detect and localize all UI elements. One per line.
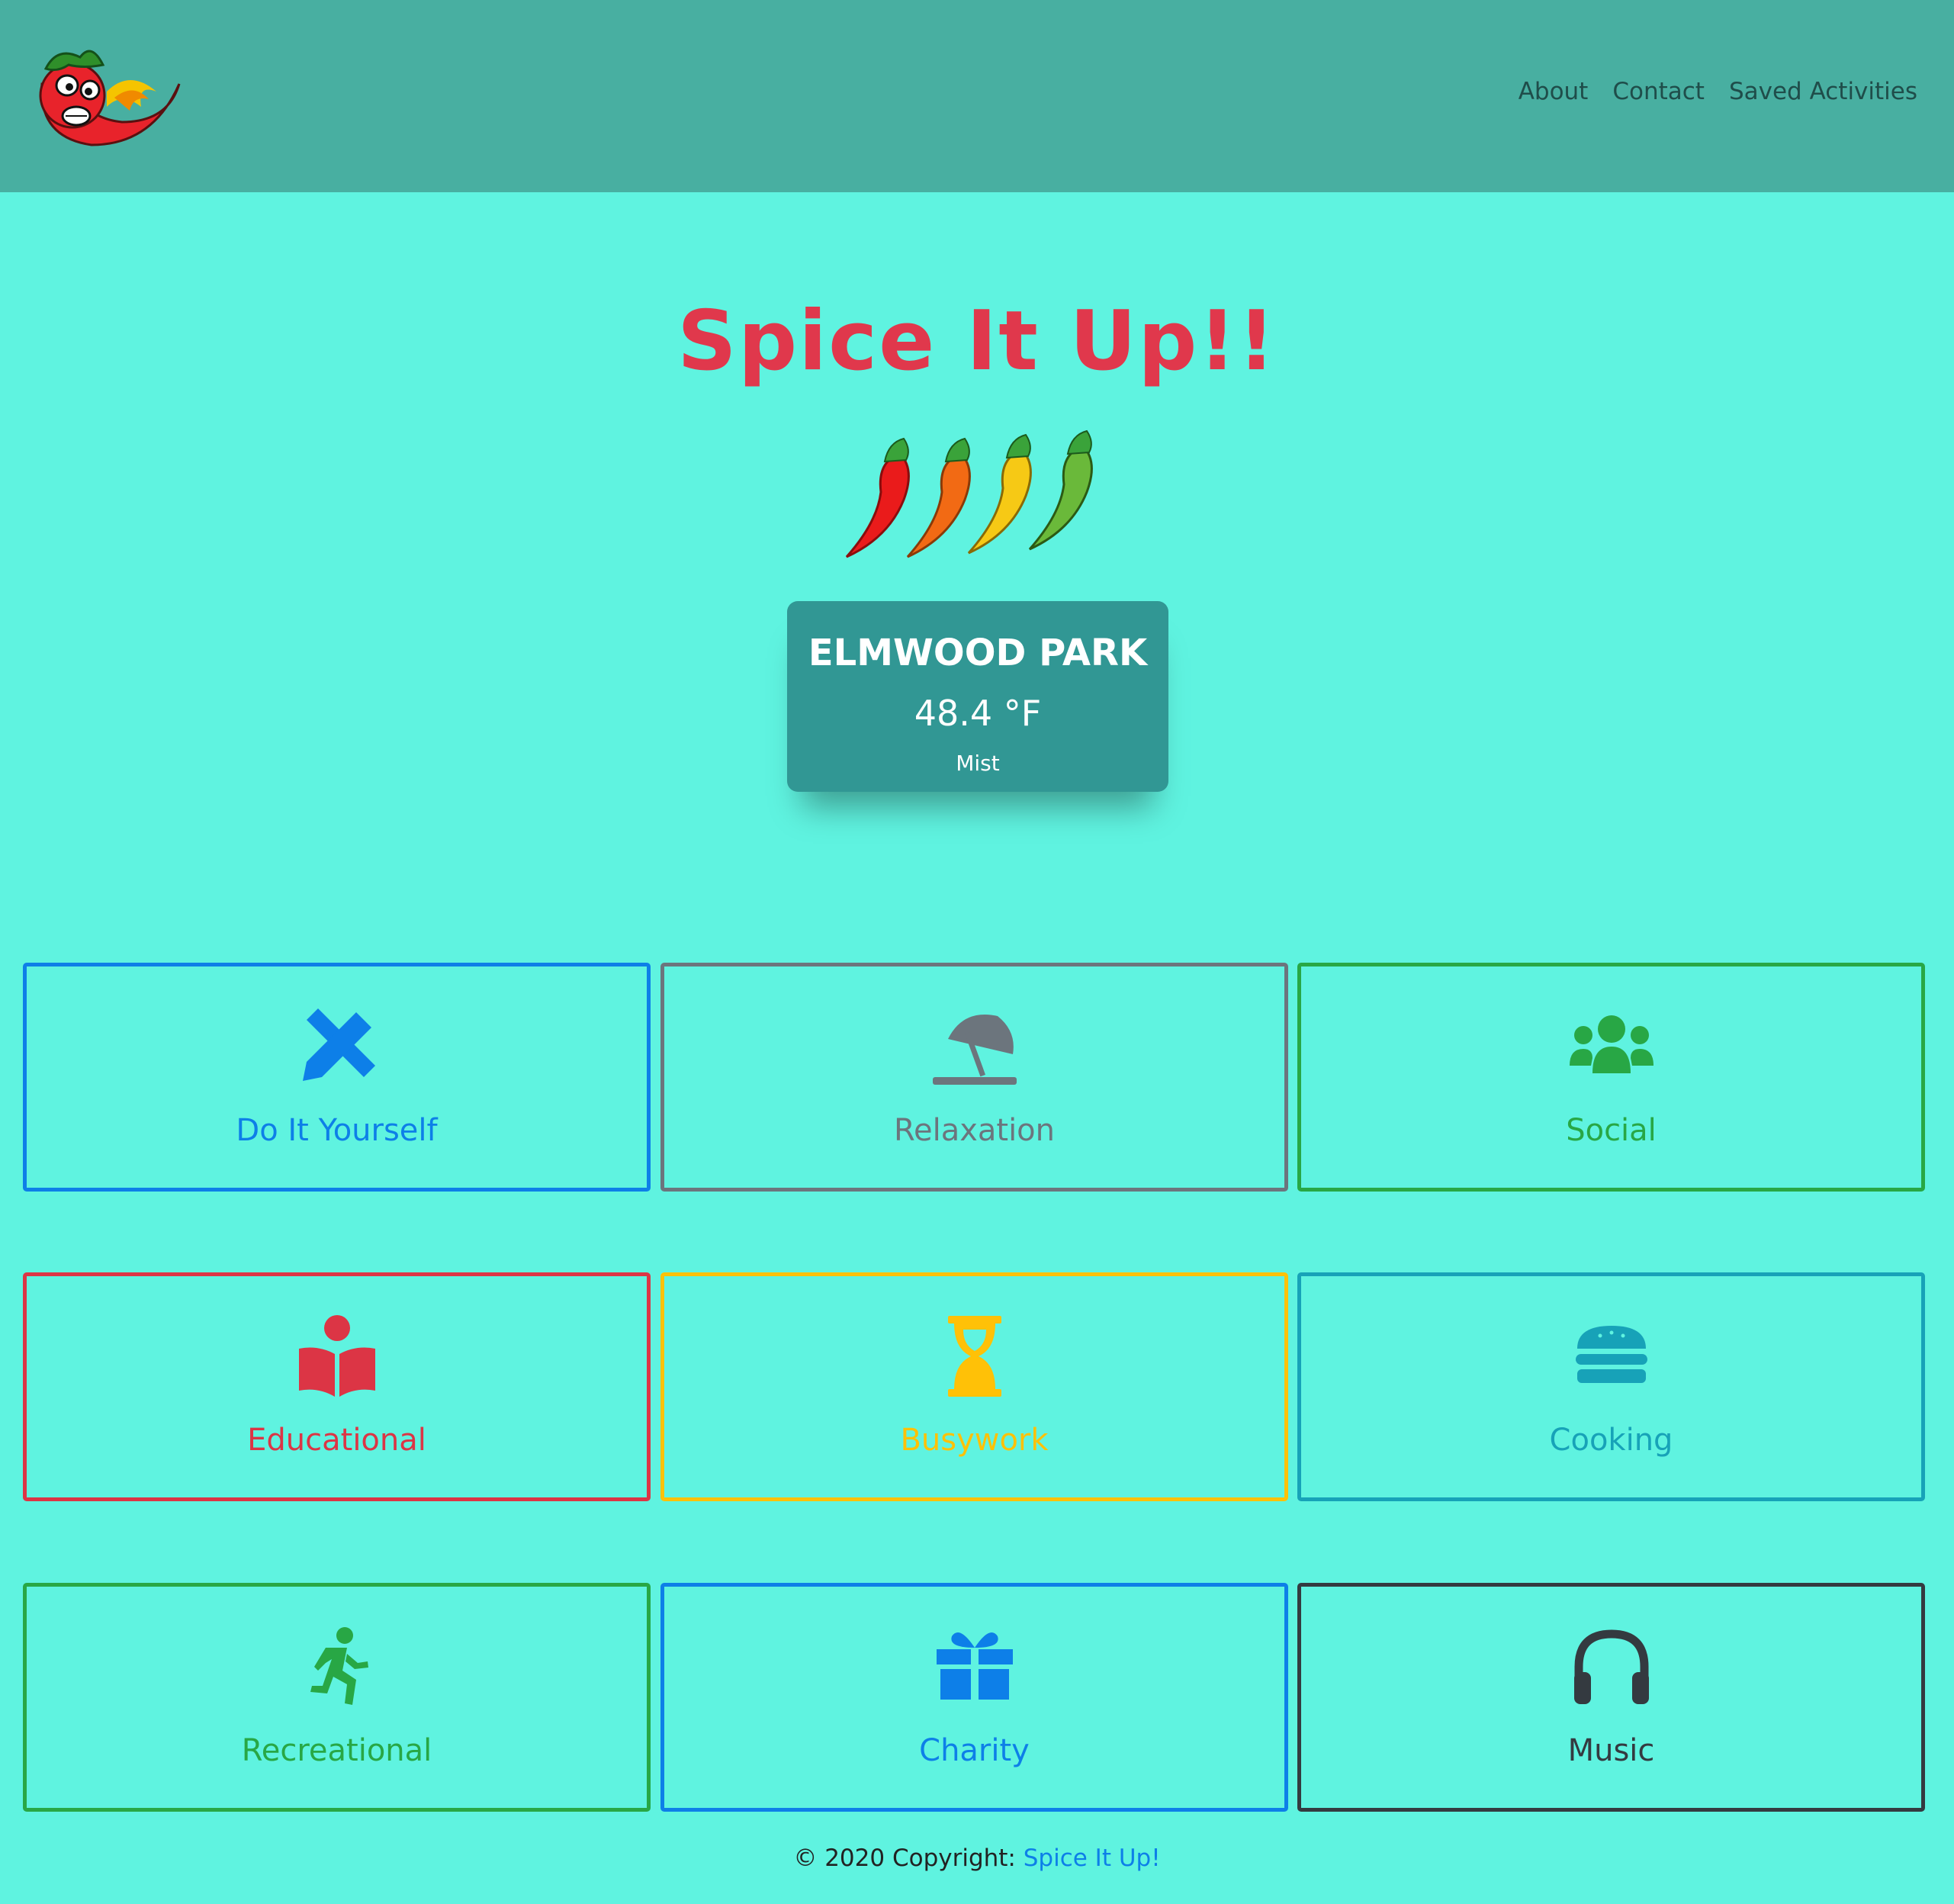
- hourglass-icon: [947, 1316, 1001, 1397]
- footer-spice-it-up-link[interactable]: Spice It Up!: [1024, 1844, 1161, 1872]
- page-title: Spice It Up!!: [677, 294, 1277, 389]
- nav-saved-activities-link[interactable]: Saved Activities: [1729, 78, 1917, 105]
- category-label: Cooking: [1549, 1423, 1673, 1458]
- category-charity[interactable]: Charity: [660, 1583, 1288, 1812]
- category-educational[interactable]: Educational: [23, 1272, 651, 1501]
- category-label: Relaxation: [893, 1113, 1056, 1148]
- hamburger-icon: [1575, 1326, 1647, 1383]
- category-cooking[interactable]: Cooking: [1297, 1272, 1925, 1501]
- running-icon: [310, 1627, 368, 1705]
- weather-description: Mist: [956, 751, 1000, 776]
- category-label: Do It Yourself: [236, 1113, 438, 1148]
- nav-about-link[interactable]: About: [1519, 78, 1589, 105]
- nav-contact-link[interactable]: Contact: [1612, 78, 1705, 105]
- category-label: Educational: [247, 1423, 426, 1458]
- weather-card: ELMWOOD PARK 48.4 °F Mist: [787, 601, 1168, 792]
- umbrella-beach-icon: [932, 1015, 1017, 1085]
- category-label: Recreational: [241, 1733, 432, 1768]
- pencil-ruler-icon: [302, 1008, 375, 1081]
- book-reader-icon: [298, 1315, 375, 1397]
- headphones-icon: [1573, 1629, 1649, 1704]
- category-do-it-yourself[interactable]: Do It Yourself: [23, 963, 651, 1192]
- category-label: Music: [1567, 1733, 1655, 1768]
- category-label: Charity: [919, 1733, 1030, 1768]
- gift-icon: [936, 1632, 1013, 1700]
- category-busywork[interactable]: Busywork: [660, 1272, 1288, 1501]
- weather-temperature: 48.4 °F: [914, 693, 1042, 734]
- users-icon: [1569, 1015, 1654, 1073]
- category-social[interactable]: Social: [1297, 963, 1925, 1192]
- chili-logo[interactable]: [23, 38, 183, 153]
- navbar: About Contact Saved Activities: [0, 0, 1954, 192]
- nav-links: About Contact Saved Activities: [1519, 78, 1917, 105]
- footer: © 2020 Copyright: Spice It Up!: [0, 1844, 1954, 1872]
- category-music[interactable]: Music: [1297, 1583, 1925, 1812]
- peppers-image: [845, 429, 1093, 558]
- footer-copyright: © 2020 Copyright:: [793, 1844, 1024, 1872]
- category-relaxation[interactable]: Relaxation: [660, 963, 1288, 1192]
- category-recreational[interactable]: Recreational: [23, 1583, 651, 1812]
- weather-city: ELMWOOD PARK: [808, 632, 1148, 674]
- category-label: Social: [1566, 1113, 1657, 1148]
- category-label: Busywork: [900, 1423, 1049, 1458]
